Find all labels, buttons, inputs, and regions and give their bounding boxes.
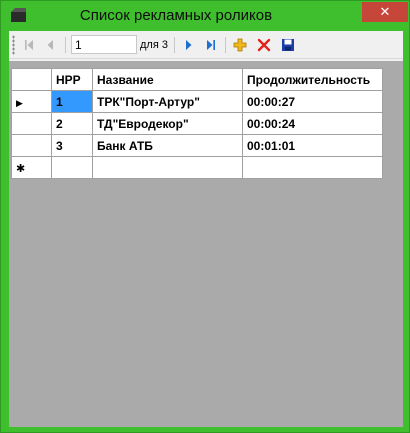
move-last-icon xyxy=(207,40,215,50)
row-header[interactable] xyxy=(11,134,52,157)
data-grid[interactable]: НРР Название Продолжительность ▶ 1 ТРК"П… xyxy=(9,61,403,427)
position-input[interactable] xyxy=(71,35,137,54)
row-header-new[interactable]: ✱ xyxy=(11,156,52,179)
cell-nrr[interactable]: 3 xyxy=(51,134,93,157)
toolbar-grip[interactable] xyxy=(12,35,15,55)
corner-header-cell[interactable] xyxy=(11,68,52,91)
table-row[interactable]: 2 ТД"Евродекор" 00:00:24 xyxy=(11,112,383,135)
column-header-duration[interactable]: Продолжительность xyxy=(242,68,383,91)
move-last-button[interactable] xyxy=(202,35,220,55)
cell-nrr[interactable]: 1 xyxy=(51,90,93,113)
column-header-nrr[interactable]: НРР xyxy=(51,68,93,91)
cell-name[interactable]: Банк АТБ xyxy=(92,134,243,157)
close-icon: ✕ xyxy=(379,4,391,19)
cell-duration[interactable]: 00:00:24 xyxy=(242,112,383,135)
save-button[interactable] xyxy=(279,35,297,55)
cell-duration[interactable]: 00:01:01 xyxy=(242,134,383,157)
cell-duration[interactable]: 00:00:27 xyxy=(242,90,383,113)
add-new-button[interactable] xyxy=(231,35,249,55)
save-disk-icon xyxy=(282,39,294,51)
commercials-table: НРР Название Продолжительность ▶ 1 ТРК"П… xyxy=(11,68,383,179)
row-header-current[interactable]: ▶ xyxy=(11,90,52,113)
cell-name[interactable]: ТД"Евродекор" xyxy=(92,112,243,135)
new-row-asterisk-icon: ✱ xyxy=(16,162,26,175)
row-header[interactable] xyxy=(11,112,52,135)
delete-x-icon xyxy=(257,38,271,52)
new-row[interactable]: ✱ xyxy=(11,156,383,179)
client-area: для 3 xyxy=(9,31,403,427)
plus-icon xyxy=(233,38,247,52)
header-row: НРР Название Продолжительность xyxy=(11,68,383,91)
move-first-button[interactable] xyxy=(20,35,38,55)
window-title: Список рекламных роликов xyxy=(79,7,273,24)
move-next-button[interactable] xyxy=(179,35,197,55)
toolbar-separator xyxy=(174,37,175,53)
close-button[interactable]: ✕ xyxy=(362,2,408,22)
binding-navigator: для 3 xyxy=(9,31,403,59)
toolbar-separator xyxy=(65,37,66,53)
table-row[interactable]: ▶ 1 ТРК"Порт-Артур" 00:00:27 xyxy=(11,90,383,113)
delete-button[interactable] xyxy=(255,35,273,55)
cell-nrr[interactable]: 2 xyxy=(51,112,93,135)
new-cell-nrr[interactable] xyxy=(51,156,93,179)
new-cell-duration[interactable] xyxy=(242,156,383,179)
move-previous-button[interactable] xyxy=(42,35,60,55)
move-first-icon xyxy=(25,40,33,50)
cell-name[interactable]: ТРК"Порт-Артур" xyxy=(92,90,243,113)
new-cell-name[interactable] xyxy=(92,156,243,179)
move-previous-icon xyxy=(47,40,53,50)
app-window: Список рекламных роликов ✕ для 3 xyxy=(0,0,410,433)
toolbar-separator xyxy=(225,37,226,53)
column-header-name[interactable]: Название xyxy=(92,68,243,91)
title-bar[interactable]: Список рекламных роликов ✕ xyxy=(1,1,410,31)
move-next-icon xyxy=(186,40,192,50)
table-row[interactable]: 3 Банк АТБ 00:01:01 xyxy=(11,134,383,157)
count-label: для 3 xyxy=(140,39,168,51)
current-row-arrow-icon: ▶ xyxy=(16,97,23,108)
